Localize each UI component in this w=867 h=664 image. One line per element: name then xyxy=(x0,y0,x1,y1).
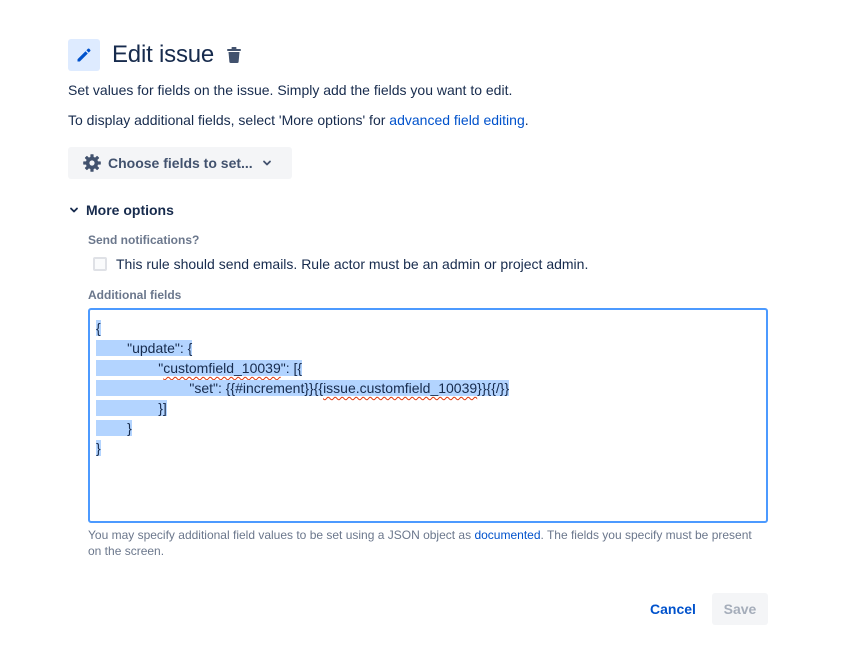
advanced-field-editing-link[interactable]: advanced field editing xyxy=(389,112,524,128)
additional-fields-json-editor[interactable]: { "update": { "customfield_10039": [{ "s… xyxy=(88,308,768,523)
json-editor-line-text: { xyxy=(96,320,101,336)
description-line-2-prefix: To display additional fields, select 'Mo… xyxy=(68,112,390,128)
choose-fields-label: Choose fields to set... xyxy=(108,155,253,171)
json-editor-line: "set": {{#increment}}{{issue.customfield… xyxy=(96,378,760,398)
page-title: Edit issue xyxy=(112,41,215,68)
json-editor-line: "update": { xyxy=(96,338,760,358)
json-editor-line-text: } xyxy=(96,420,132,436)
more-options-toggle[interactable]: More options xyxy=(68,202,174,218)
json-editor-line-text: "set": {{#increment}}{{issue.customfield… xyxy=(96,380,510,396)
json-editor-line: } xyxy=(96,438,760,458)
json-editor-line: { xyxy=(96,318,760,338)
json-editor-line: } xyxy=(96,418,760,438)
json-editor-line: "customfield_10039": [{ xyxy=(96,358,760,378)
send-emails-checkbox-label[interactable]: This rule should send emails. Rule actor… xyxy=(116,256,588,272)
cancel-button[interactable]: Cancel xyxy=(640,593,706,625)
additional-fields-label: Additional fields xyxy=(88,288,182,302)
json-editor-line-text: } xyxy=(96,440,101,456)
description-line-2-suffix: . xyxy=(524,112,529,128)
json-editor-line: }] xyxy=(96,398,760,418)
description-line-1: Set values for fields on the issue. Simp… xyxy=(68,82,513,98)
page-header: Edit issue xyxy=(68,39,242,71)
send-emails-option: This rule should send emails. Rule actor… xyxy=(93,256,588,272)
description-line-2: To display additional fields, select 'Mo… xyxy=(68,112,529,128)
chevron-down-icon xyxy=(68,204,80,216)
gear-icon xyxy=(82,153,102,173)
json-editor-line-text: }] xyxy=(96,400,167,416)
pencil-icon xyxy=(68,39,100,71)
json-editor-line-text: "update": { xyxy=(96,340,193,356)
helper-text-prefix: You may specify additional field values … xyxy=(88,528,475,542)
trash-icon[interactable] xyxy=(226,46,242,64)
send-notifications-label: Send notifications? xyxy=(88,233,200,247)
save-button[interactable]: Save xyxy=(712,593,768,625)
json-editor-line-text: "customfield_10039": [{ xyxy=(96,360,303,376)
more-options-label: More options xyxy=(86,202,174,218)
additional-fields-helper-text: You may specify additional field values … xyxy=(88,527,768,559)
documented-link[interactable]: documented xyxy=(474,528,540,542)
chevron-down-icon xyxy=(261,157,273,169)
choose-fields-button[interactable]: Choose fields to set... xyxy=(68,147,292,179)
send-emails-checkbox[interactable] xyxy=(93,257,107,271)
